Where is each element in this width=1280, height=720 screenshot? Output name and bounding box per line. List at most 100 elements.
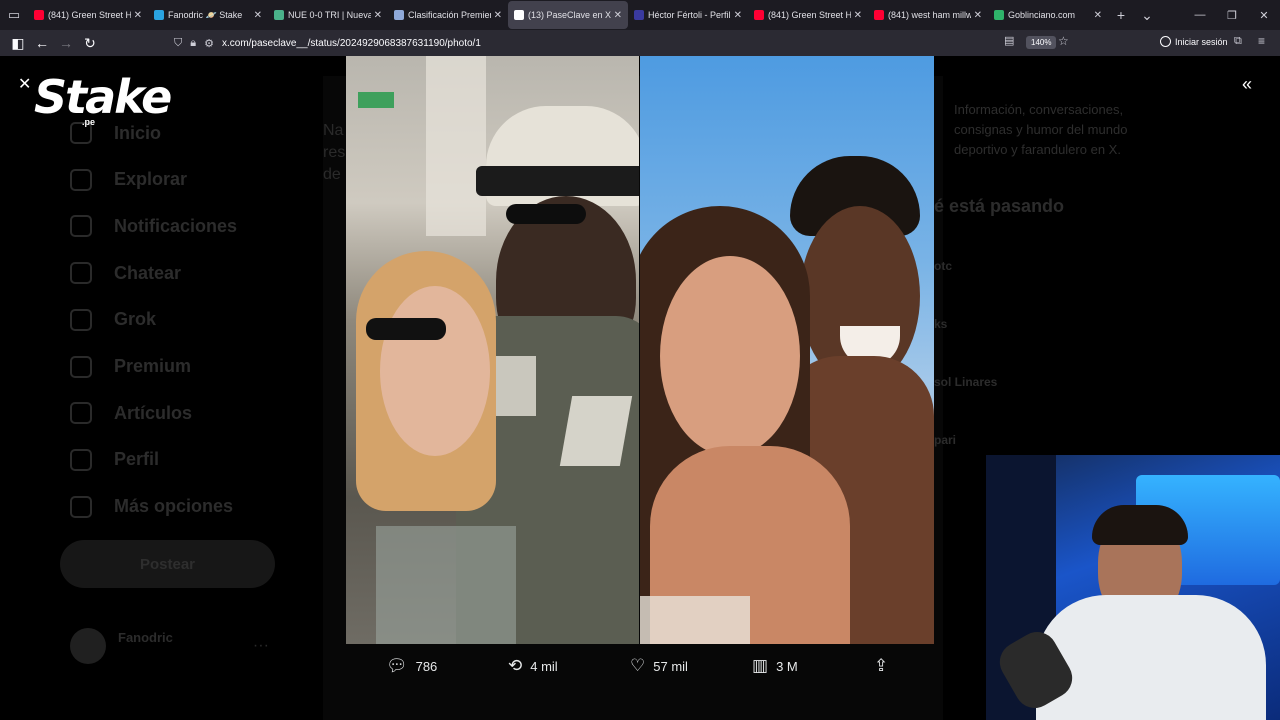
reload-button[interactable]: ↻ — [78, 32, 102, 54]
window-controls: — ❐ ✕ — [1184, 9, 1280, 22]
view-count: 3 M — [776, 658, 798, 674]
tab-favicon-icon — [994, 10, 1004, 20]
nav-item-icon — [70, 495, 92, 518]
share-button[interactable]: ⇪ — [874, 644, 888, 688]
tab-favicon-icon — [874, 10, 884, 20]
trend-item[interactable]: sol Linares — [934, 375, 997, 389]
tab-title: Fanodric 🪐 Stake — [168, 9, 243, 20]
nav-item-icon — [70, 402, 92, 425]
more-icon[interactable]: ··· — [253, 637, 269, 655]
tab-title: (841) Green Street Hoo — [768, 10, 851, 20]
permissions-icon[interactable]: ⚙ — [204, 37, 214, 50]
sidebar-nav-item[interactable]: Chatear — [70, 262, 181, 285]
photo-right-panel — [640, 56, 934, 644]
url-path: /paseclave__/status/2024929068387631190/… — [248, 37, 481, 49]
login-label: Iniciar sesión — [1175, 36, 1228, 47]
restore-icon[interactable]: ❐ — [1216, 9, 1248, 22]
close-tab-icon[interactable]: ✕ — [974, 10, 982, 21]
nav-item-icon — [70, 308, 92, 331]
browser-tab[interactable]: (13) PaseClave en X: " ✕ — [508, 1, 628, 29]
browser-tab[interactable]: NUE 0-0 TRI | Nueva Cl✕ — [268, 1, 388, 29]
close-tab-icon[interactable]: ✕ — [494, 10, 502, 21]
nav-item-label: Notificaciones — [114, 215, 238, 236]
close-window-icon[interactable]: ✕ — [1248, 9, 1280, 22]
reader-view-icon[interactable]: ▤ — [1004, 34, 1014, 47]
views-chart-icon: ▥ — [752, 656, 769, 675]
trends-heading: é está pasando — [934, 196, 1065, 216]
login-button[interactable]: Iniciar sesión — [1160, 36, 1228, 47]
close-tab-icon[interactable]: ✕ — [734, 10, 742, 21]
shield-icon[interactable]: ⛉ — [174, 37, 182, 50]
nav-item-icon — [70, 262, 92, 285]
stake-logo: Stake — [34, 70, 172, 124]
profile-name: Fanodric — [118, 630, 173, 645]
reply-button[interactable]: 💬︎ 786 — [386, 644, 437, 688]
minimize-icon[interactable]: — — [1184, 9, 1216, 22]
tab-favicon-icon — [634, 10, 644, 20]
jersey-sponsor-graphic — [1096, 665, 1206, 705]
browser-tab[interactable]: Fanodric 🪐 Stake ✕ — [148, 1, 268, 29]
collapse-panel-icon[interactable]: « — [1242, 74, 1252, 95]
bookmark-star-icon[interactable]: ☆ — [1058, 34, 1069, 48]
app-menu-icon[interactable]: ≡ — [1258, 34, 1265, 48]
account-icon — [1160, 36, 1171, 47]
sidebar-nav-item[interactable]: Perfil — [70, 448, 159, 471]
sidebar-nav-item[interactable]: Grok — [70, 308, 156, 331]
back-button[interactable]: ← — [30, 32, 54, 54]
close-tab-icon[interactable]: ✕ — [134, 10, 142, 21]
nav-item-label: Inicio — [114, 122, 162, 143]
url-bar[interactable]: ⛉ 🔒︎ ⚙ x.com /paseclave__/status/2024929… — [174, 33, 1080, 53]
profile-handle — [118, 648, 173, 662]
trend-item[interactable]: ks — [934, 317, 947, 331]
account-switcher[interactable]: Fanodric ··· — [70, 628, 269, 664]
forward-button[interactable]: → — [54, 32, 78, 54]
like-count: 57 mil — [653, 658, 688, 674]
tab-title: (841) west ham millwal — [888, 10, 971, 20]
sidebar-nav-item[interactable]: Premium — [70, 355, 191, 378]
tab-title: NUE 0-0 TRI | Nueva Cl — [288, 10, 371, 20]
zoom-level[interactable]: 140% — [1026, 36, 1057, 49]
trend-item[interactable]: otc — [934, 259, 952, 273]
browser-tab[interactable]: Héctor Fértoli - Perfil d ✕ — [628, 1, 748, 29]
avatar — [70, 628, 106, 664]
nav-item-label: Artículos — [114, 402, 193, 423]
close-tab-icon[interactable]: ✕ — [614, 10, 622, 21]
extensions-icon[interactable]: ⧉ — [1234, 35, 1242, 48]
sidebar-nav-item[interactable]: Notificaciones — [70, 215, 238, 238]
tab-list-dropdown-icon[interactable]: ⌄ — [1134, 7, 1160, 24]
repost-icon: ⟲ — [508, 656, 523, 675]
sidebar-toggle-icon[interactable]: ◧ — [6, 32, 30, 54]
stake-logo-domain: .pe — [82, 117, 96, 127]
browser-tab[interactable]: (841) Green Street Hoo✕ — [28, 1, 148, 29]
close-tab-icon[interactable]: ✕ — [1094, 10, 1102, 21]
close-tab-icon[interactable]: ✕ — [254, 10, 262, 21]
browser-tab[interactable]: (841) Green Street Hoo✕ — [748, 1, 868, 29]
tweet-photo[interactable] — [346, 56, 934, 644]
browser-tab[interactable]: Goblinciano.com ✕ — [988, 1, 1108, 29]
sidebar-nav-item[interactable]: Más opciones — [70, 495, 233, 518]
close-tab-icon[interactable]: ✕ — [854, 10, 862, 21]
tab-title: Clasificación Premier Le — [408, 10, 491, 20]
views-button[interactable]: ▥ 3 M — [752, 644, 798, 688]
sidebar-nav-item[interactable]: Artículos — [70, 402, 193, 425]
navigation-bar: ◧ ← → ↻ ⛉ 🔒︎ ⚙ x.com /paseclave__/status… — [0, 30, 1280, 56]
like-button[interactable]: ♡ 57 mil — [630, 644, 688, 688]
close-tab-icon[interactable]: ✕ — [374, 10, 382, 21]
nav-item-icon — [70, 355, 92, 378]
sidebar-nav-item[interactable]: Explorar — [70, 168, 187, 191]
post-button[interactable]: Postear — [60, 540, 275, 588]
lock-icon[interactable]: 🔒︎ — [190, 37, 196, 50]
repost-button[interactable]: ⟲ 4 mil — [508, 644, 558, 688]
new-tab-button[interactable]: + — [1108, 7, 1134, 23]
close-viewer-icon[interactable]: ✕ — [18, 74, 31, 94]
nav-item-icon — [70, 448, 92, 471]
tab-list-icon[interactable]: ▭ — [0, 0, 28, 30]
tab-bar: ▭ (841) Green Street Hoo✕Fanodric 🪐 Stak… — [0, 0, 1280, 30]
heart-icon: ♡ — [630, 656, 646, 675]
browser-tab[interactable]: Clasificación Premier Le✕ — [388, 1, 508, 29]
tab-title: (841) Green Street Hoo — [48, 10, 131, 20]
trend-item[interactable]: pari — [934, 433, 956, 447]
photo-left-panel — [346, 56, 639, 644]
url-host: x.com — [221, 37, 249, 49]
browser-tab[interactable]: (841) west ham millwal ✕ — [868, 1, 988, 29]
